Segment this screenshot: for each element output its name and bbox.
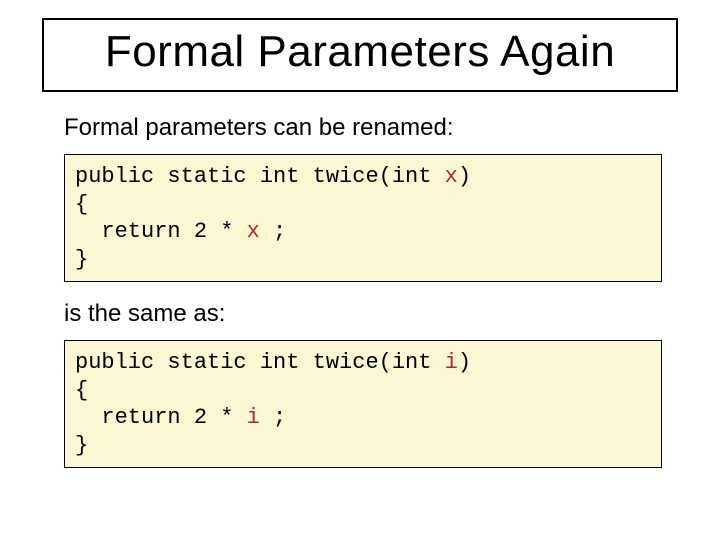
code1-sig-suffix: ) — [458, 164, 471, 189]
slide-body: Formal parameters can be renamed: public… — [30, 114, 690, 468]
between-text: is the same as: — [64, 300, 662, 328]
code2-param: i — [445, 350, 458, 375]
code2-sig-suffix: ) — [458, 350, 471, 375]
code1-close-brace: } — [75, 247, 88, 272]
code1-return-param: x — [247, 219, 260, 244]
code2-open-brace: { — [75, 378, 88, 403]
code2-return-param: i — [247, 405, 260, 430]
code1-return-suffix: ; — [260, 219, 286, 244]
code1-sig-prefix: public static int twice(int — [75, 164, 445, 189]
code2-close-brace: } — [75, 433, 88, 458]
code1-param: x — [445, 164, 458, 189]
intro-text: Formal parameters can be renamed: — [64, 114, 662, 142]
code-block-2: public static int twice(int i) { return … — [64, 340, 662, 468]
title-box: Formal Parameters Again — [42, 18, 678, 92]
code2-sig-prefix: public static int twice(int — [75, 350, 445, 375]
code1-return-prefix: return 2 * — [75, 219, 247, 244]
code1-open-brace: { — [75, 192, 88, 217]
slide: Formal Parameters Again Formal parameter… — [0, 0, 720, 540]
code-block-1: public static int twice(int x) { return … — [64, 154, 662, 282]
code2-return-suffix: ; — [260, 405, 286, 430]
slide-title: Formal Parameters Again — [62, 28, 658, 76]
code2-return-prefix: return 2 * — [75, 405, 247, 430]
